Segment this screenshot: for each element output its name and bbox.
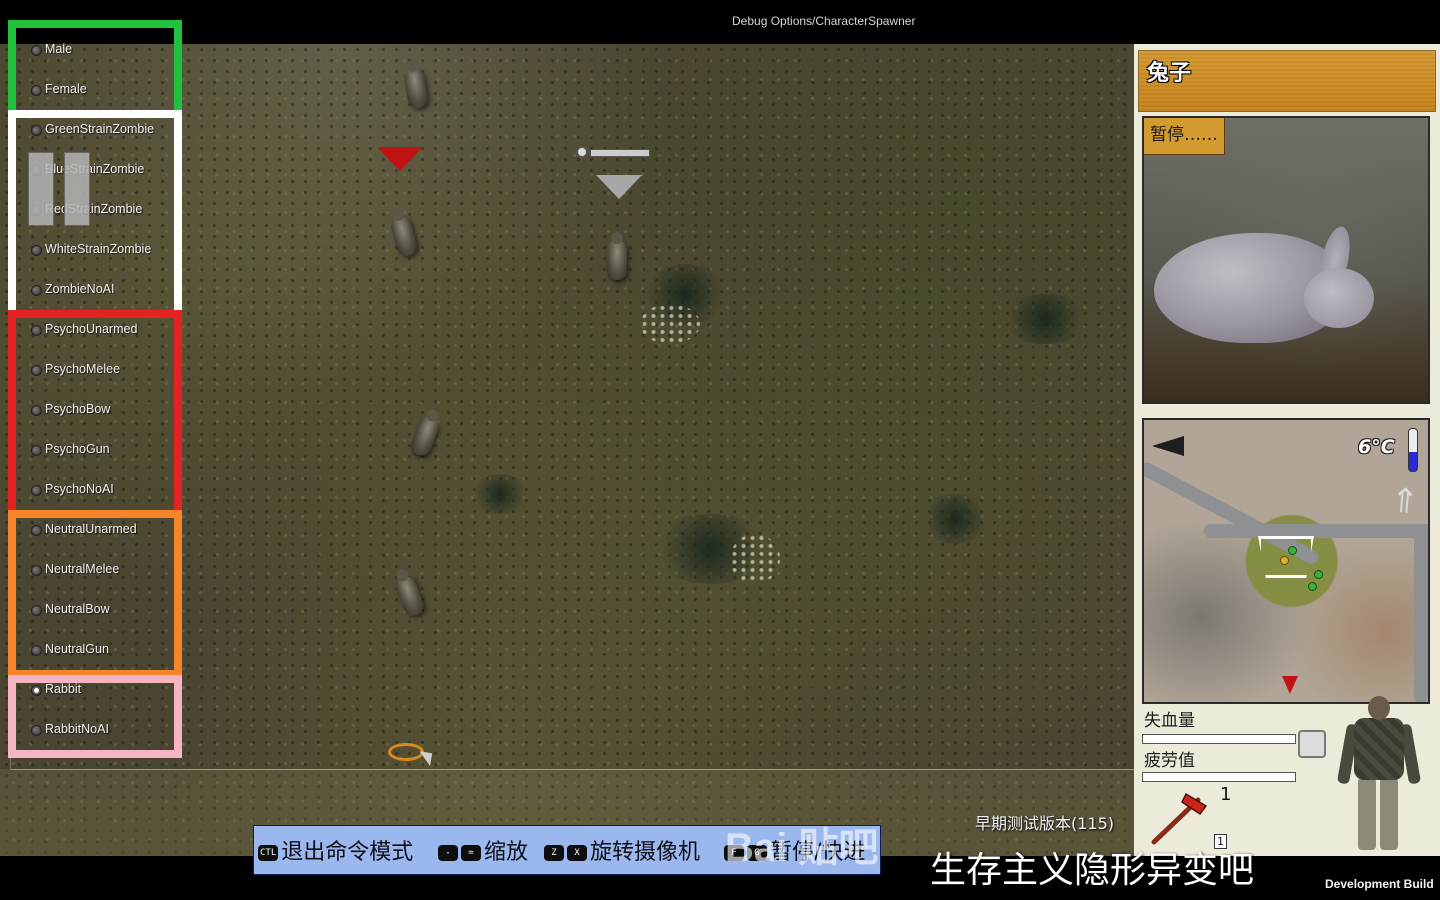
build-version: 早期测试版本(115) <box>975 814 1115 833</box>
weapon-count: 1 <box>1220 784 1232 805</box>
compass-arrow-icon <box>1152 436 1184 456</box>
move-target-ring-icon <box>388 743 424 761</box>
spawn-option-label[interactable]: NeutralMelee <box>45 562 119 576</box>
armor-vest-icon[interactable] <box>1298 730 1326 758</box>
key-cap-icon: X <box>567 845 587 861</box>
radio-psychomelee[interactable] <box>31 365 42 376</box>
radio-neutralgun[interactable] <box>31 645 42 656</box>
spawn-option-label[interactable]: Female <box>45 82 87 96</box>
temperature-readout: 6°C <box>1358 436 1395 458</box>
player-character-figure <box>1336 696 1422 856</box>
spawn-option-label[interactable]: PsychoBow <box>45 402 110 416</box>
radio-neutralmelee[interactable] <box>31 565 42 576</box>
bush <box>470 474 530 514</box>
map-marker-dot <box>1288 546 1297 555</box>
spawn-option-label[interactable]: NeutralGun <box>45 642 109 656</box>
radio-psychobow[interactable] <box>31 405 42 416</box>
map-road <box>1414 524 1428 702</box>
spawn-option-label[interactable]: ZombieNoAI <box>45 282 114 296</box>
neutral-marker-icon <box>596 175 642 199</box>
spawn-option-label[interactable]: BlueStrainZombie <box>45 162 144 176</box>
flower-patch <box>640 304 700 344</box>
bush <box>920 494 990 544</box>
fatigue-label: 疲劳值 <box>1144 751 1195 771</box>
map-marker-dot <box>1308 582 1317 591</box>
character-spawner-panel: Male Female GreenStrainZombie BlueStrainZom… <box>0 0 190 760</box>
spawn-option-label[interactable]: PsychoNoAI <box>45 482 114 496</box>
subject-header: 兔子 <box>1138 50 1436 112</box>
community-watermark: 生存主义隐形异变吧 <box>930 850 1255 891</box>
key-cap-icon: CTL <box>258 845 279 861</box>
spawn-option-label[interactable]: Rabbit <box>45 682 81 696</box>
radio-neutralbow[interactable] <box>31 605 42 616</box>
radio-whitestrainzombie[interactable] <box>31 245 42 256</box>
window-title: Debug Options/CharacterSpawner <box>732 14 916 28</box>
watermark: Bai 贴吧 <box>725 826 879 870</box>
radio-zombienoai[interactable] <box>31 285 42 296</box>
spawn-option-label[interactable]: NeutralUnarmed <box>45 522 137 536</box>
spawn-option-label[interactable]: RedStrainZombie <box>45 202 142 216</box>
development-build-label: Development Build <box>1325 877 1434 891</box>
spawn-group-gender <box>8 20 182 118</box>
hint-label: 退出命令模式 <box>281 840 414 865</box>
overlay-pause-bar <box>64 152 90 226</box>
map-player-dot <box>1280 556 1289 565</box>
target-health-indicator <box>576 146 650 158</box>
hint-label: 旋转摄像机 <box>590 840 701 865</box>
hint-item: Z X 旋转摄像机 <box>544 834 700 866</box>
hint-item: - = 缩放 <box>438 834 528 866</box>
radio-female[interactable] <box>31 85 42 96</box>
blood-loss-bar <box>1142 734 1296 744</box>
bush <box>1000 294 1090 344</box>
minimap[interactable]: 6°C ⇗ <box>1142 418 1430 704</box>
map-road <box>1204 524 1428 538</box>
paused-badge: 暂停…… <box>1144 118 1225 155</box>
spawn-option-label[interactable]: PsychoUnarmed <box>45 322 137 336</box>
spawn-option-label[interactable]: GreenStrainZombie <box>45 122 154 136</box>
hud-side-panel: 兔子 暂停…… 6°C ⇗ 失血量 疲劳值 1 1 <box>1134 44 1440 856</box>
health-knob <box>576 146 588 158</box>
radio-male[interactable] <box>31 45 42 56</box>
hint-item: CTL 退出命令模式 <box>258 834 413 866</box>
subject-portrait: 暂停…… <box>1142 116 1430 404</box>
fatigue-bar <box>1142 772 1296 782</box>
spawn-option-label[interactable]: RabbitNoAI <box>45 722 109 736</box>
radio-psychounarmed[interactable] <box>31 325 42 336</box>
key-cap-icon: - <box>438 845 458 861</box>
thermometer-icon <box>1408 428 1418 472</box>
flower-patch <box>730 534 780 584</box>
spawn-option-label[interactable]: PsychoMelee <box>45 362 120 376</box>
key-cap-icon: Z <box>544 845 564 861</box>
spawn-option-label[interactable]: PsychoGun <box>45 442 110 456</box>
title-bar: Debug Options/CharacterSpawner <box>0 0 1440 44</box>
spawn-option-label[interactable]: NeutralBow <box>45 602 110 616</box>
enemy-marker-icon <box>377 147 423 171</box>
subject-name: 兔子 <box>1147 61 1192 86</box>
expand-map-icon[interactable]: ⇗ <box>1380 476 1428 525</box>
spawn-option-label[interactable]: Male <box>45 42 72 56</box>
health-bar <box>590 149 650 157</box>
radio-greenstrainzombie[interactable] <box>31 125 42 136</box>
radio-psychogun[interactable] <box>31 445 42 456</box>
radio-psychonoai[interactable] <box>31 485 42 496</box>
radio-rabbitnoai[interactable] <box>31 725 42 736</box>
spawn-option-label[interactable]: WhiteStrainZombie <box>45 242 151 256</box>
direction-down-icon <box>1282 676 1298 694</box>
radio-rabbit[interactable] <box>31 685 42 696</box>
axe-icon[interactable] <box>1146 786 1216 846</box>
blood-loss-label: 失血量 <box>1144 711 1195 731</box>
hint-label: 缩放 <box>484 840 529 865</box>
rabbit-head <box>1304 268 1374 328</box>
character[interactable] <box>607 232 627 280</box>
map-marker-dot <box>1314 570 1323 579</box>
key-cap-icon: = <box>461 845 481 861</box>
radio-neutralunarmed[interactable] <box>31 525 42 536</box>
overlay-pause-bar <box>28 152 54 226</box>
